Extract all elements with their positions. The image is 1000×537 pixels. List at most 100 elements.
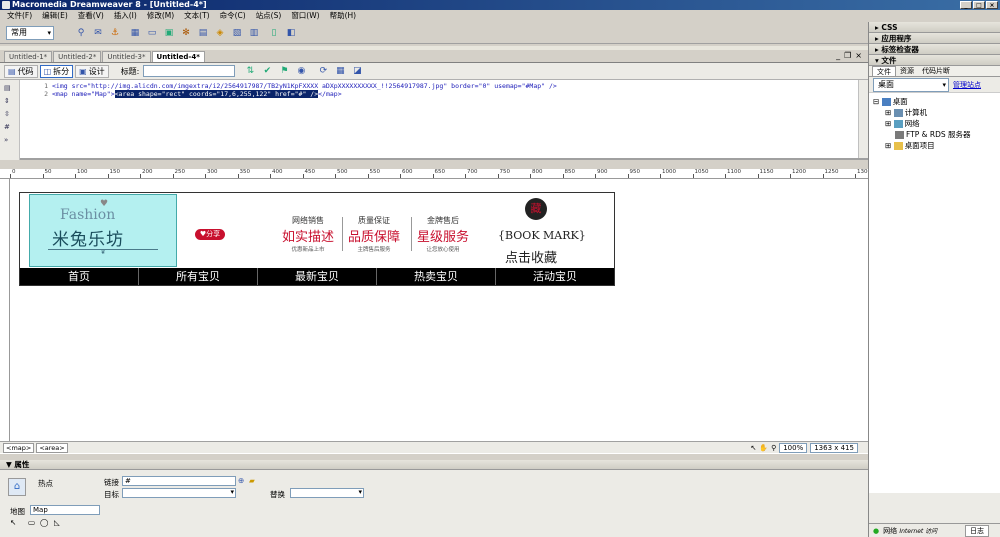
rect-hotspot-icon[interactable]: ▭	[28, 518, 35, 527]
minimize-button[interactable]: _	[960, 1, 972, 9]
tag-chooser-icon[interactable]: ◧	[284, 26, 298, 40]
layer-icon[interactable]: ▭	[145, 26, 159, 40]
tab-files[interactable]: 文件	[872, 66, 896, 76]
menu-help[interactable]: 帮助(H)	[325, 10, 362, 22]
script-icon[interactable]: ▥	[247, 26, 261, 40]
polygon-hotspot-icon[interactable]: ◺	[54, 518, 60, 527]
nav-hot-items[interactable]: 热卖宝贝	[377, 268, 496, 285]
hotspot-area-selected[interactable]: ♥ Fashion 米兔乐坊 ❦	[29, 194, 177, 267]
ruler-tick	[497, 174, 499, 178]
image-icon[interactable]: ▣	[162, 26, 176, 40]
split-divider[interactable]	[0, 160, 868, 169]
tree-item-computer[interactable]: ⊞ 计算机	[869, 107, 1000, 118]
menu-insert[interactable]: 插入(I)	[109, 10, 142, 22]
doc-minimize-icon[interactable]: _	[836, 51, 840, 60]
manage-sites-link[interactable]: 管理站点	[953, 80, 981, 90]
nav-promo-items[interactable]: 活动宝贝	[496, 268, 614, 285]
code-view-button[interactable]: ▤ 代码	[4, 64, 38, 78]
panel-css[interactable]: ▸ CSS	[869, 22, 1000, 33]
close-button[interactable]: ×	[986, 1, 998, 9]
refresh-icon[interactable]: ⟳	[316, 64, 330, 78]
nav-home[interactable]: 首页	[20, 268, 139, 285]
zoom-tool-icon[interactable]: ⚲	[771, 444, 776, 452]
head-icon[interactable]: ▧	[230, 26, 244, 40]
menu-commands[interactable]: 命令(C)	[215, 10, 251, 22]
files-footer: ● 网络 Internet 访问 日志	[869, 523, 1000, 537]
email-link-icon[interactable]: ✉	[91, 26, 105, 40]
tree-item-ftp[interactable]: FTP & RDS 服务器	[869, 129, 1000, 140]
expand-icon[interactable]: ⇳	[4, 110, 16, 119]
pointer-hotspot-icon[interactable]: ↖	[10, 518, 16, 527]
code-text[interactable]: <img src="http://img.alicdn.com/imgextra…	[52, 82, 852, 98]
view-options-icon[interactable]: ▦	[333, 64, 347, 78]
line-numbers-icon[interactable]: #	[4, 123, 16, 132]
tree-item-desktop-items[interactable]: ⊞ 桌面项目	[869, 140, 1000, 151]
anchor-icon[interactable]: ⚓	[108, 26, 122, 40]
doc-close-icon[interactable]: ×	[855, 51, 862, 60]
design-view[interactable]: ♥ Fashion 米兔乐坊 ❦ ♥分享 网络销售 如实描述 优惠新品上市 质量…	[10, 179, 868, 441]
link-input[interactable]: #	[122, 476, 236, 486]
panel-tag-inspector[interactable]: ▸ 标签检查器	[869, 44, 1000, 55]
tab-untitled-1[interactable]: Untitled-1*	[4, 51, 53, 62]
zoom-select[interactable]: 100%	[779, 443, 808, 453]
tab-untitled-2[interactable]: Untitled-2*	[53, 51, 102, 62]
browser-check-icon[interactable]: ✔	[260, 64, 274, 78]
menu-edit[interactable]: 编辑(E)	[37, 10, 73, 22]
nav-new-items[interactable]: 最新宝贝	[258, 268, 377, 285]
hand-tool-icon[interactable]: ✋	[759, 444, 768, 452]
template-icon[interactable]: ▯	[267, 26, 281, 40]
select-tool-icon[interactable]: ↖	[750, 444, 756, 452]
right-panel-group: ▸ CSS ▸ 应用程序 ▸ 标签检查器 ▾ 文件 文件 资源 代码片断 桌面 …	[868, 22, 1000, 537]
tab-assets[interactable]: 资源	[896, 66, 918, 76]
circle-hotspot-icon[interactable]: ◯	[40, 518, 48, 527]
tab-untitled-4[interactable]: Untitled-4*	[151, 51, 205, 62]
panel-divider[interactable]	[0, 453, 868, 460]
media-icon[interactable]: ✻	[179, 26, 193, 40]
date-icon[interactable]: ▤	[196, 26, 210, 40]
collapse-icon[interactable]: ⇕	[4, 97, 16, 106]
panel-application[interactable]: ▸ 应用程序	[869, 33, 1000, 44]
insert-category-select[interactable]: 常用	[6, 25, 54, 40]
split-view-button[interactable]: ◫ 拆分	[39, 64, 74, 78]
preview-browser-icon[interactable]: ◉	[294, 64, 308, 78]
menu-modify[interactable]: 修改(M)	[142, 10, 179, 22]
tab-snippets[interactable]: 代码片断	[918, 66, 954, 76]
validate-icon[interactable]: ⚑	[277, 64, 291, 78]
menu-window[interactable]: 窗口(W)	[286, 10, 324, 22]
title-input[interactable]	[143, 65, 236, 77]
nav-all-items[interactable]: 所有宝贝	[139, 268, 258, 285]
more-icon[interactable]: »	[4, 136, 16, 145]
menu-file[interactable]: 文件(F)	[2, 10, 37, 22]
tag-map[interactable]: <map>	[3, 442, 35, 453]
shop-banner-image[interactable]: ♥ Fashion 米兔乐坊 ❦ ♥分享 网络销售 如实描述 优惠新品上市 质量…	[19, 192, 615, 286]
doc-restore-icon[interactable]: ❐	[844, 51, 851, 60]
target-select[interactable]	[122, 488, 236, 498]
menu-site[interactable]: 站点(S)	[251, 10, 287, 22]
menu-view[interactable]: 查看(V)	[73, 10, 109, 22]
alt-select[interactable]	[290, 488, 364, 498]
maximize-button[interactable]: □	[973, 1, 985, 9]
tag-area[interactable]: <area>	[36, 442, 68, 453]
ruler-tick	[757, 174, 759, 178]
menu-text[interactable]: 文本(T)	[179, 10, 214, 22]
tree-item-desktop[interactable]: ⊟ 桌面	[869, 96, 1000, 107]
site-select[interactable]: 桌面	[873, 77, 949, 92]
properties-header[interactable]: ▼ 属性	[0, 460, 868, 470]
comment-icon[interactable]: ◈	[213, 26, 227, 40]
design-view-button[interactable]: ▣ 设计	[75, 64, 109, 78]
code-scrollbar[interactable]	[858, 80, 868, 158]
visual-aids-icon[interactable]: ◪	[350, 64, 364, 78]
tab-untitled-3[interactable]: Untitled-3*	[102, 51, 151, 62]
window-size[interactable]: 1363 x 415	[810, 443, 858, 453]
tree-item-network[interactable]: ⊞ 网络	[869, 118, 1000, 129]
panel-files[interactable]: ▾ 文件	[869, 55, 1000, 66]
open-documents-icon[interactable]: ▤	[4, 84, 16, 93]
browse-folder-icon[interactable]: ▰	[249, 476, 255, 485]
file-management-icon[interactable]: ⇅	[243, 64, 257, 78]
map-name-input[interactable]: Map	[30, 505, 100, 515]
point-to-file-icon[interactable]: ⊕	[238, 476, 244, 485]
table-icon[interactable]: ▦	[128, 26, 142, 40]
code-pane[interactable]: ▤ ⇕ ⇳ # » 1 2 <img src="http://img.alicd…	[0, 80, 868, 160]
hyperlink-icon[interactable]: ⚲	[74, 26, 88, 40]
log-button[interactable]: 日志	[965, 524, 989, 537]
